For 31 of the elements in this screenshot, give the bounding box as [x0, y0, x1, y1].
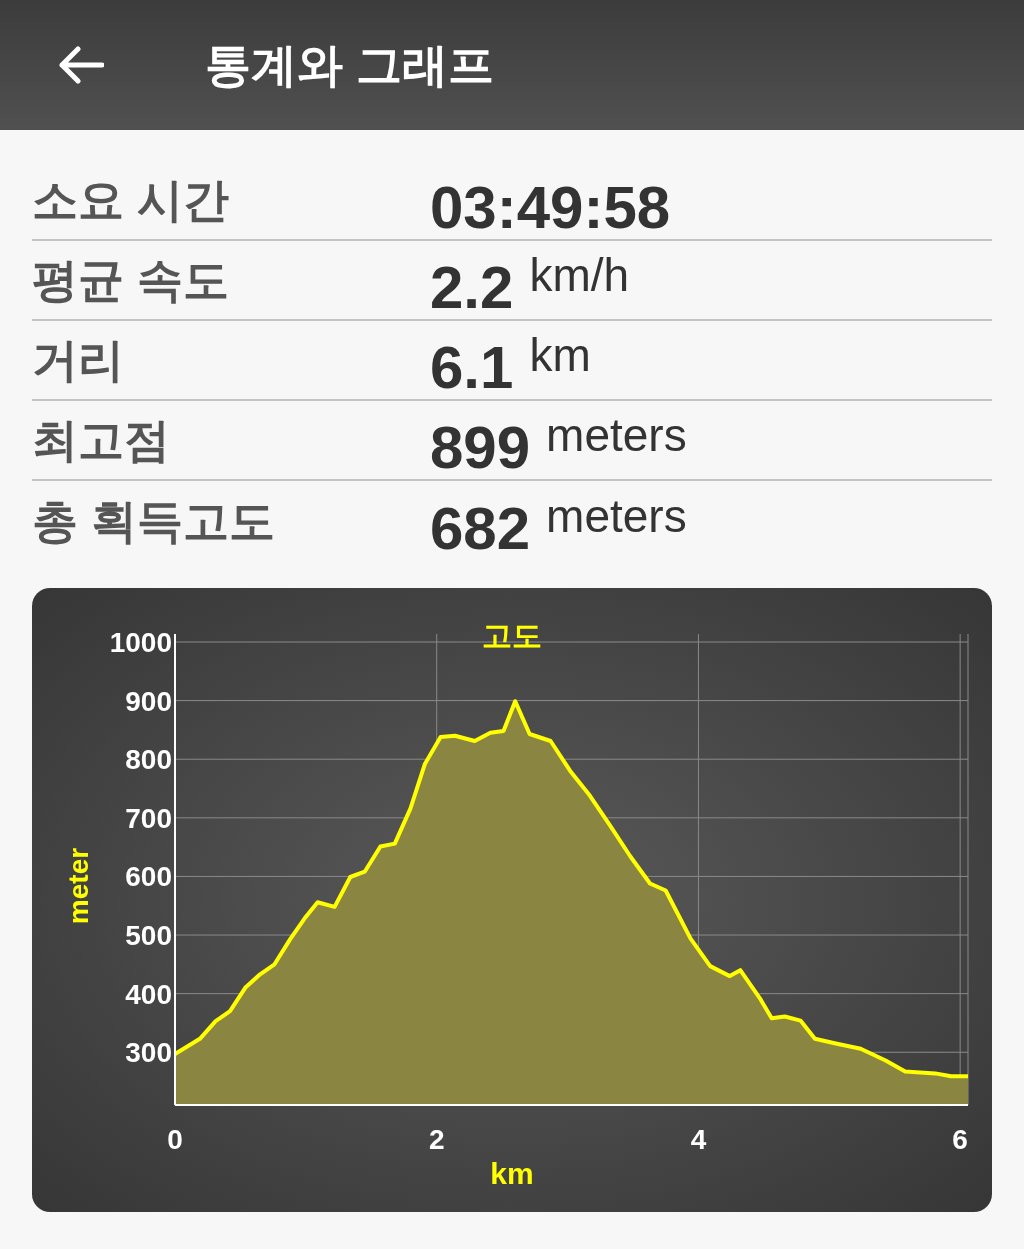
y-axis-title: meter — [63, 847, 94, 925]
stat-value: 6.1 — [430, 338, 514, 398]
stat-label: 거리 — [32, 332, 125, 388]
stat-unit: meters — [546, 493, 687, 539]
screen-title: 통계와 그래프 — [205, 37, 494, 93]
stat-label: 소요 시간 — [32, 172, 230, 228]
stat-value: 899 — [430, 418, 531, 478]
stat-value: 682 — [430, 499, 531, 559]
y-axis-tick-label: 400 — [125, 978, 172, 1010]
x-axis-tick-label: 4 — [690, 1124, 707, 1155]
stat-unit: meters — [546, 412, 687, 458]
x-axis-title: km — [490, 1157, 534, 1190]
x-axis-tick-label: 6 — [952, 1124, 968, 1155]
chart-title: 고도 — [482, 619, 542, 652]
y-axis-tick-label: 600 — [125, 861, 172, 893]
stat-unit: km — [529, 332, 591, 378]
x-axis-tick-label: 2 — [428, 1124, 445, 1155]
back-arrow-icon — [56, 45, 104, 85]
stat-value: 2.2 — [430, 258, 514, 318]
stat-label: 총 획득고도 — [32, 493, 276, 549]
y-axis-tick-label: 900 — [125, 685, 172, 717]
stat-label: 평균 속도 — [32, 252, 230, 308]
y-axis-tick-label: 800 — [125, 744, 172, 776]
y-axis-tick-label: 500 — [125, 920, 172, 952]
y-axis-tick-label: 300 — [125, 1037, 172, 1069]
stat-unit: km/h — [529, 252, 630, 298]
x-axis-tick-label: 0 — [167, 1124, 183, 1155]
stat-value: 03:49:58 — [430, 178, 671, 238]
y-axis-tick-label: 700 — [125, 802, 172, 834]
stat-label: 최고점 — [32, 412, 171, 468]
y-axis-tick-label: 1000 — [109, 627, 172, 658]
